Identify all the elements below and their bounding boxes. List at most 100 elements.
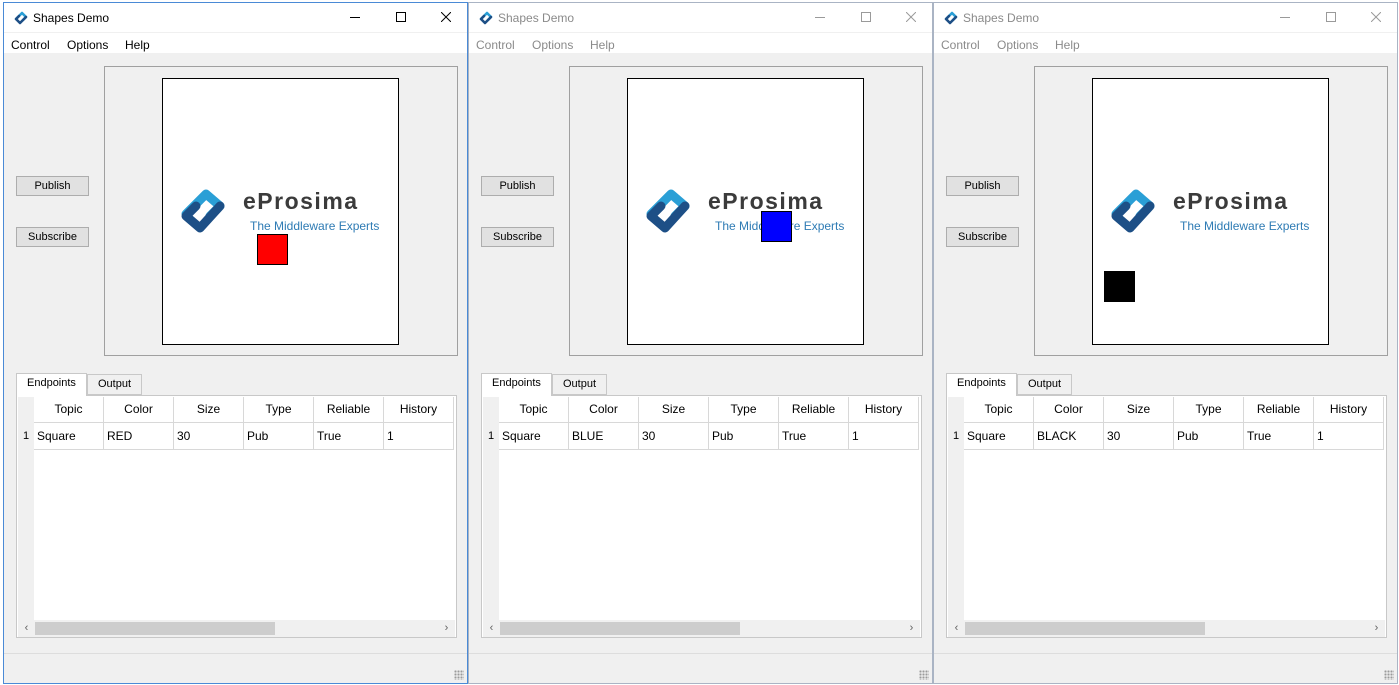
- tab-endpoints[interactable]: Endpoints: [946, 373, 1017, 396]
- publish-button[interactable]: Publish: [481, 176, 554, 196]
- publish-button[interactable]: Publish: [16, 176, 89, 196]
- menu-help[interactable]: Help: [590, 38, 615, 52]
- cell-history[interactable]: 1: [1314, 423, 1384, 450]
- endpoints-table: Topic Color Size Type Reliable History 1…: [948, 397, 1385, 637]
- scroll-thumb[interactable]: [500, 622, 740, 635]
- scroll-thumb[interactable]: [965, 622, 1205, 635]
- minimize-button[interactable]: [1262, 3, 1308, 32]
- tab-bar: Endpoints Output: [946, 373, 1376, 396]
- close-button[interactable]: [1353, 3, 1397, 32]
- column-header-topic[interactable]: Topic: [499, 397, 569, 423]
- cell-reliable[interactable]: True: [779, 423, 849, 450]
- eprosima-logo-icon: [1111, 189, 1155, 233]
- menu-options[interactable]: Options: [532, 38, 573, 52]
- cell-reliable[interactable]: True: [1244, 423, 1314, 450]
- tab-output[interactable]: Output: [1017, 374, 1073, 395]
- cell-type[interactable]: Pub: [709, 423, 779, 450]
- scroll-left-arrow[interactable]: ‹: [948, 620, 965, 637]
- cell-topic[interactable]: Square: [34, 423, 104, 450]
- minimize-button[interactable]: [797, 3, 843, 32]
- cell-size[interactable]: 30: [174, 423, 244, 450]
- cell-color[interactable]: BLACK: [1034, 423, 1104, 450]
- column-header-size[interactable]: Size: [1104, 397, 1174, 423]
- shapes-demo-window-2[interactable]: Shapes Demo Control Options Help Publish…: [468, 2, 933, 684]
- column-header-reliable[interactable]: Reliable: [779, 397, 849, 423]
- column-header-topic[interactable]: Topic: [34, 397, 104, 423]
- column-header-color[interactable]: Color: [104, 397, 174, 423]
- tab-output[interactable]: Output: [87, 374, 143, 395]
- cell-reliable[interactable]: True: [314, 423, 384, 450]
- scroll-right-arrow[interactable]: ›: [1368, 620, 1385, 637]
- horizontal-scrollbar[interactable]: ‹ ›: [948, 620, 1385, 637]
- endpoints-panel: Topic Color Size Type Reliable History 1…: [16, 395, 457, 638]
- shapes-demo-window-1[interactable]: Shapes Demo Control Options Help Publish…: [3, 2, 468, 684]
- shapes-canvas[interactable]: eProsima The Middleware Experts: [627, 78, 864, 345]
- close-button[interactable]: [423, 3, 467, 32]
- column-header-reliable[interactable]: Reliable: [1244, 397, 1314, 423]
- close-button[interactable]: [888, 3, 932, 32]
- horizontal-scrollbar[interactable]: ‹ ›: [18, 620, 455, 637]
- subscribe-button[interactable]: Subscribe: [946, 227, 1019, 247]
- column-header-topic[interactable]: Topic: [964, 397, 1034, 423]
- menu-options[interactable]: Options: [997, 38, 1038, 52]
- title-bar[interactable]: Shapes Demo: [4, 3, 467, 32]
- cell-color[interactable]: BLUE: [569, 423, 639, 450]
- column-header-size[interactable]: Size: [639, 397, 709, 423]
- subscribe-button[interactable]: Subscribe: [481, 227, 554, 247]
- cell-size[interactable]: 30: [1104, 423, 1174, 450]
- cell-history[interactable]: 1: [384, 423, 454, 450]
- column-header-type[interactable]: Type: [1174, 397, 1244, 423]
- column-header-type[interactable]: Type: [244, 397, 314, 423]
- row-number[interactable]: 1: [18, 423, 34, 450]
- scroll-right-arrow[interactable]: ›: [903, 620, 920, 637]
- logo-brand-text: eProsima: [243, 188, 359, 214]
- scroll-left-arrow[interactable]: ‹: [483, 620, 500, 637]
- title-bar[interactable]: Shapes Demo: [934, 3, 1397, 32]
- shapes-canvas[interactable]: eProsima The Middleware Experts: [1092, 78, 1329, 345]
- minimize-button[interactable]: [332, 3, 378, 32]
- column-header-type[interactable]: Type: [709, 397, 779, 423]
- scroll-thumb[interactable]: [35, 622, 275, 635]
- column-header-history[interactable]: History: [1314, 397, 1384, 423]
- window-title: Shapes Demo: [498, 11, 575, 25]
- maximize-button[interactable]: [843, 3, 889, 32]
- shapes-canvas[interactable]: eProsima The Middleware Experts: [162, 78, 399, 345]
- cell-type[interactable]: Pub: [244, 423, 314, 450]
- maximize-button[interactable]: [378, 3, 424, 32]
- cell-size[interactable]: 30: [639, 423, 709, 450]
- shapes-demo-window-3[interactable]: Shapes Demo Control Options Help Publish…: [933, 2, 1398, 684]
- maximize-button[interactable]: [1308, 3, 1354, 32]
- resize-grip-icon[interactable]: [1384, 670, 1394, 680]
- tab-output[interactable]: Output: [552, 374, 608, 395]
- row-number[interactable]: 1: [948, 423, 964, 450]
- cell-topic[interactable]: Square: [499, 423, 569, 450]
- title-bar[interactable]: Shapes Demo: [469, 3, 932, 32]
- menu-help[interactable]: Help: [1055, 38, 1080, 52]
- menu-control[interactable]: Control: [941, 38, 980, 52]
- menu-control[interactable]: Control: [11, 38, 50, 52]
- publish-button[interactable]: Publish: [946, 176, 1019, 196]
- scroll-left-arrow[interactable]: ‹: [18, 620, 35, 637]
- menu-options[interactable]: Options: [67, 38, 108, 52]
- menu-help[interactable]: Help: [125, 38, 150, 52]
- column-header-color[interactable]: Color: [1034, 397, 1104, 423]
- column-header-history[interactable]: History: [384, 397, 454, 423]
- subscribe-button[interactable]: Subscribe: [16, 227, 89, 247]
- cell-type[interactable]: Pub: [1174, 423, 1244, 450]
- resize-grip-icon[interactable]: [454, 670, 464, 680]
- column-header-reliable[interactable]: Reliable: [314, 397, 384, 423]
- cell-history[interactable]: 1: [849, 423, 919, 450]
- column-header-history[interactable]: History: [849, 397, 919, 423]
- cell-color[interactable]: RED: [104, 423, 174, 450]
- menu-control[interactable]: Control: [476, 38, 515, 52]
- horizontal-scrollbar[interactable]: ‹ ›: [483, 620, 920, 637]
- row-number[interactable]: 1: [483, 423, 499, 450]
- resize-grip-icon[interactable]: [919, 670, 929, 680]
- cell-topic[interactable]: Square: [964, 423, 1034, 450]
- column-header-color[interactable]: Color: [569, 397, 639, 423]
- close-icon: [906, 12, 916, 22]
- column-header-size[interactable]: Size: [174, 397, 244, 423]
- tab-endpoints[interactable]: Endpoints: [481, 373, 552, 396]
- tab-endpoints[interactable]: Endpoints: [16, 373, 87, 396]
- scroll-right-arrow[interactable]: ›: [438, 620, 455, 637]
